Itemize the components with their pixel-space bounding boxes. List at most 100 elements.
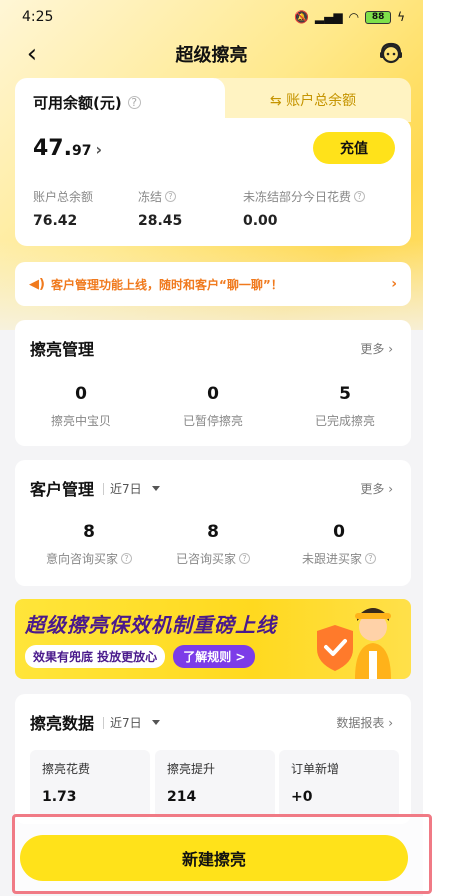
stat-paused[interactable]: 0 已暂停擦亮 [147, 384, 279, 429]
stat-number: 0 [333, 522, 345, 542]
stat-value: 76.42 [33, 213, 78, 229]
card-title: 擦亮管理 [30, 340, 95, 359]
balance-stats: 账户总余额 76.42 冻结 ? 28.45 未冻结部分今日花费 ? 0.00 [33, 188, 393, 238]
stat-today-spend: 未冻结部分今日花费 ? 0.00 [243, 188, 366, 229]
tile-label: 订单新增 [291, 762, 340, 776]
tile-value: +0 [291, 789, 313, 805]
tile-value: 1.73 [42, 789, 77, 805]
signal-icon: ▂▄▆ [314, 10, 343, 24]
help-icon[interactable]: ? [127, 95, 141, 109]
tab-total-balance[interactable]: ⇆ 账户总余额 [215, 78, 411, 122]
period-selector[interactable]: 近7日 [103, 714, 160, 731]
learn-rules-button[interactable]: 了解规则 > [173, 645, 256, 668]
status-time: 4:25 [22, 9, 54, 25]
battery-icon: 88 [365, 10, 392, 24]
stat-value: 0.00 [243, 213, 278, 229]
stat-number: 0 [207, 384, 219, 404]
stat-label: 擦亮中宝贝 [50, 414, 111, 428]
back-icon[interactable]: ‹ [18, 39, 46, 69]
chevron-right-icon: › [388, 342, 393, 356]
polish-data-card: 擦亮数据 近7日 数据报表 › 擦亮花费 1.73 擦亮提升 214 订单新增 … [15, 694, 411, 824]
nav-bar: ‹ 超级擦亮 [0, 34, 423, 74]
notice-bar[interactable]: ◀) 客户管理功能上线，随时和客户“聊一聊”！ › [15, 262, 411, 306]
caret-down-icon [151, 486, 160, 491]
stat-label: 未冻结部分今日花费 [243, 190, 352, 204]
polish-management-card: 擦亮管理 更多 › 0 擦亮中宝贝 0 已暂停擦亮 5 已完成擦亮 [15, 320, 411, 446]
page-title: 超级擦亮 [175, 45, 248, 66]
stat-intent-buyers[interactable]: 8 意向咨询买家 ? [23, 522, 155, 567]
banner-subtitle-row: 效果有兜底 投放更放心 了解规则 > [25, 645, 256, 668]
stat-label: 已完成擦亮 [314, 414, 375, 428]
create-polish-button[interactable]: 新建擦亮 [20, 835, 408, 881]
stat-label-row: 已咨询买家 ? [147, 550, 279, 567]
stat-label-row: 未冻结部分今日花费 ? [243, 188, 366, 205]
stat-number: 0 [75, 384, 87, 404]
recharge-button[interactable]: 充值 [313, 132, 395, 164]
banner-title: 超级擦亮保效机制重磅上线 [25, 613, 277, 637]
stat-unfollowed-buyers[interactable]: 0 未跟进买家 ? [273, 522, 405, 567]
stat-value: 28.45 [138, 213, 183, 229]
period-label: 近7日 [110, 716, 142, 730]
tile-label: 擦亮提升 [167, 762, 216, 776]
stat-polishing[interactable]: 0 擦亮中宝贝 [15, 384, 147, 429]
help-icon[interactable]: ? [365, 553, 376, 564]
stat-label: 已暂停擦亮 [182, 414, 243, 428]
stat-consulted-buyers[interactable]: 8 已咨询买家 ? [147, 522, 279, 567]
tile-label: 擦亮花费 [42, 762, 91, 776]
chevron-right-icon: › [388, 482, 393, 496]
mascot-shield-illustration [317, 608, 391, 679]
help-icon[interactable]: ? [121, 553, 132, 564]
help-icon[interactable]: ? [239, 553, 250, 564]
stat-label-row: 冻结 ? [138, 188, 182, 205]
balance-card: ⇆ 账户总余额 47. 97 › 充值 账户总余额 76.42 冻结 ? 28.… [15, 78, 411, 246]
card-title: 客户管理 [30, 480, 95, 499]
customer-service-icon[interactable] [377, 40, 405, 68]
status-bar: 4:25 🔕 ▂▄▆ ◠ 88 ϟ [0, 0, 423, 34]
notice-text: 客户管理功能上线，随时和客户“聊一聊”！ [50, 277, 283, 292]
stat-frozen: 冻结 ? 28.45 [138, 188, 182, 229]
tile-new-orders[interactable]: 订单新增 +0 [279, 750, 399, 820]
stat-label-row: 意向咨询买家 ? [23, 550, 155, 567]
tab-available-balance[interactable]: 可用余额(元) ? [15, 78, 225, 126]
stat-label: 冻结 [138, 190, 163, 204]
tile-value: 214 [167, 789, 197, 805]
period-label: 近7日 [110, 482, 142, 496]
tile-polish-lift[interactable]: 擦亮提升 214 [155, 750, 275, 820]
banner-subtitle: 效果有兜底 投放更放心 [25, 645, 166, 668]
divider [103, 716, 104, 729]
chevron-right-icon: › [95, 140, 103, 159]
more-link[interactable]: 更多 › [360, 340, 393, 357]
balance-integer: 47. [33, 136, 72, 161]
stat-total-balance: 账户总余额 76.42 [33, 188, 93, 229]
available-balance[interactable]: 47. 97 › [33, 136, 102, 161]
chevron-right-icon: › [391, 276, 397, 292]
data-report-link[interactable]: 数据报表 › [336, 714, 393, 731]
stat-label: 意向咨询买家 [45, 552, 118, 566]
tab-label: 可用余额(元) [33, 93, 122, 112]
divider [103, 482, 104, 495]
tile-polish-spend[interactable]: 擦亮花费 1.73 [30, 750, 150, 820]
stat-number: 5 [339, 384, 351, 404]
stat-completed[interactable]: 5 已完成擦亮 [279, 384, 411, 429]
report-label: 数据报表 [336, 716, 385, 730]
right-rail [423, 0, 463, 896]
promo-banner[interactable]: 超级擦亮保效机制重磅上线 效果有兜底 投放更放心 了解规则 > [15, 599, 411, 679]
stat-label-row: 未跟进买家 ? [273, 550, 405, 567]
stat-label: 未跟进买家 [301, 552, 362, 566]
more-label: 更多 [360, 342, 385, 356]
balance-decimal: 97 [71, 143, 92, 159]
mute-icon: 🔕 [293, 10, 309, 24]
help-icon[interactable]: ? [165, 191, 177, 202]
stat-number: 8 [83, 522, 95, 542]
status-icons: 🔕 ▂▄▆ ◠ 88 ϟ [294, 10, 405, 24]
chevron-right-icon: › [388, 716, 393, 730]
wifi-icon: ◠ [348, 10, 360, 24]
stat-number: 8 [207, 522, 219, 542]
stat-label: 已咨询买家 [175, 552, 236, 566]
caret-down-icon [151, 720, 160, 725]
stat-label: 账户总余额 [33, 190, 94, 204]
card-title: 擦亮数据 [30, 714, 95, 733]
help-icon[interactable]: ? [354, 191, 366, 202]
more-link[interactable]: 更多 › [360, 480, 393, 497]
period-selector[interactable]: 近7日 [103, 480, 160, 497]
